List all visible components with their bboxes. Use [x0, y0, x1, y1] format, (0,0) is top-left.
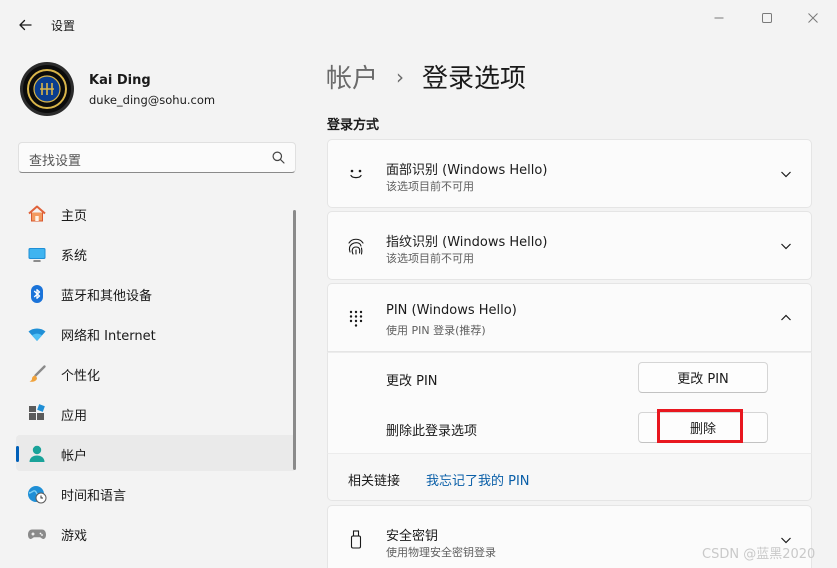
related-links-label: 相关链接: [348, 474, 401, 489]
app-title: 设置: [51, 19, 76, 33]
user-email: duke_ding@sohu.com: [89, 93, 216, 107]
remove-option-label: 删除此登录选项: [386, 424, 478, 439]
sidebar-scrollbar[interactable]: [293, 210, 296, 470]
brush-icon: [27, 364, 47, 384]
sidebar-item-label: 个性化: [61, 369, 101, 384]
keypad-icon: [346, 308, 366, 328]
chevron-down-icon[interactable]: [779, 167, 793, 181]
bluetooth-icon: [27, 284, 47, 304]
club-logo-icon: [23, 65, 71, 113]
minimize-icon: [714, 17, 724, 19]
face-recognition-card[interactable]: 面部识别 (Windows Hello) 该选项目前不可用: [327, 139, 812, 208]
sidebar-item-label: 游戏: [61, 529, 88, 544]
breadcrumb-separator: ›: [396, 64, 405, 89]
card-title: 面部识别 (Windows Hello): [386, 163, 548, 178]
card-subtitle: 使用 PIN 登录(推荐): [386, 324, 486, 337]
card-subtitle: 使用物理安全密钥登录: [386, 546, 496, 559]
sidebar-item-label: 网络和 Internet: [61, 329, 156, 344]
maximize-button[interactable]: [744, 6, 790, 30]
close-icon: [808, 13, 818, 23]
apps-icon: [27, 404, 47, 424]
sidebar-item-personalization[interactable]: 个性化: [16, 355, 296, 391]
search-box[interactable]: 查找设置: [18, 142, 296, 173]
sidebar-item-system[interactable]: 系统: [16, 235, 296, 271]
usb-key-icon: [346, 530, 366, 550]
sidebar-item-accounts[interactable]: 帐户: [16, 435, 296, 471]
card-subtitle: 该选项目前不可用: [386, 180, 474, 193]
globe-clock-icon: [27, 484, 47, 504]
search-icon[interactable]: [272, 151, 285, 164]
maximize-icon: [762, 13, 772, 23]
forgot-pin-link[interactable]: 我忘记了我的 PIN: [426, 470, 530, 489]
sidebar-item-label: 系统: [61, 249, 88, 264]
annotation-highlight: [657, 409, 743, 443]
section-title: 登录方式: [327, 118, 380, 133]
user-name: Kai Ding: [89, 73, 151, 88]
fingerprint-icon: [346, 236, 366, 256]
person-icon: [27, 444, 47, 464]
monitor-icon: [27, 244, 47, 264]
sidebar-item-label: 帐户: [61, 449, 88, 464]
watermark: CSDN @蓝黑2020: [702, 547, 816, 562]
sidebar-item-home[interactable]: 主页: [16, 195, 296, 231]
minimize-button[interactable]: [696, 6, 742, 30]
sidebar-item-network[interactable]: 网络和 Internet: [16, 315, 296, 351]
sidebar-item-bluetooth[interactable]: 蓝牙和其他设备: [16, 275, 296, 311]
wifi-icon: [27, 324, 47, 344]
home-icon: [27, 204, 47, 224]
related-links: 相关链接 我忘记了我的 PIN: [327, 453, 812, 501]
gamepad-icon: [27, 524, 47, 544]
card-subtitle: 该选项目前不可用: [386, 252, 474, 265]
sidebar-item-time-language[interactable]: 时间和语言: [16, 475, 296, 511]
close-button[interactable]: [790, 6, 836, 30]
sidebar-item-label: 主页: [61, 209, 88, 224]
fingerprint-card[interactable]: 指纹识别 (Windows Hello) 该选项目前不可用: [327, 211, 812, 280]
pin-card[interactable]: PIN (Windows Hello) 使用 PIN 登录(推荐): [327, 283, 812, 352]
title-bar: 设置: [0, 0, 837, 48]
arrow-left-icon: [19, 19, 32, 31]
search-input[interactable]: 查找设置: [29, 150, 81, 169]
change-pin-button[interactable]: 更改 PIN: [638, 362, 768, 393]
sidebar-item-gaming[interactable]: 游戏: [16, 515, 296, 551]
sidebar-item-apps[interactable]: 应用: [16, 395, 296, 431]
change-pin-label: 更改 PIN: [386, 374, 438, 389]
breadcrumb: 帐户 › 登录选项: [326, 58, 526, 95]
sidebar-nav: 主页 系统 蓝牙和其他设备 网络和 Internet 个性化 应用 帐户 时间和…: [16, 195, 296, 555]
page-title: 登录选项: [422, 64, 527, 94]
card-title: 指纹识别 (Windows Hello): [386, 235, 548, 250]
chevron-down-icon[interactable]: [779, 239, 793, 253]
sidebar-item-label: 应用: [61, 409, 88, 424]
sidebar-item-label: 蓝牙和其他设备: [61, 289, 153, 304]
card-title: PIN (Windows Hello): [386, 303, 517, 318]
avatar[interactable]: [20, 62, 74, 116]
back-button[interactable]: [12, 12, 38, 38]
sidebar-item-label: 时间和语言: [61, 489, 127, 504]
chevron-up-icon[interactable]: [779, 311, 793, 325]
breadcrumb-parent[interactable]: 帐户: [326, 58, 378, 95]
card-title: 安全密钥: [386, 529, 439, 544]
smiley-icon: [346, 164, 366, 184]
